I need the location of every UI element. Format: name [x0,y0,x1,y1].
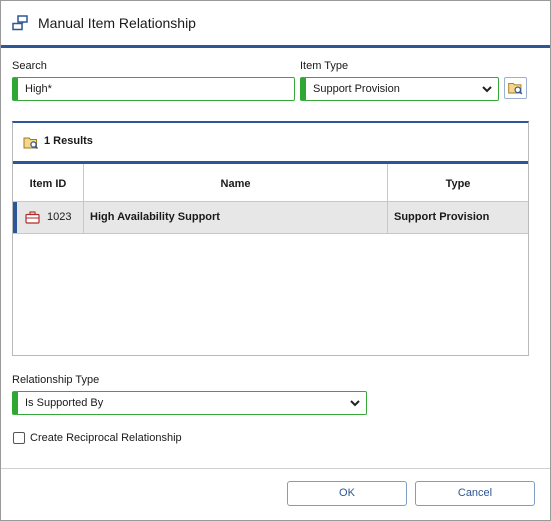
title-bar: Manual Item Relationship [1,1,550,48]
search-label: Search [12,60,47,72]
relationship-type-label: Relationship Type [12,374,100,386]
relationship-icon [12,15,28,31]
column-header-name[interactable]: Name [84,164,388,202]
briefcase-icon [25,211,40,224]
cell-item-id: 1023 [13,202,84,233]
column-header-label: Type [445,178,471,190]
cancel-button[interactable]: Cancel [415,481,535,506]
table-row[interactable]: 1023 High Availability Support Support P… [13,202,528,234]
cell-name: High Availability Support [84,202,388,233]
chevron-down-icon [350,400,360,407]
item-type-selected: Support Provision [313,83,400,95]
relationship-type-select[interactable]: Is Supported By [12,391,367,415]
ok-button[interactable]: OK [287,481,407,506]
reciprocal-relationship-checkbox[interactable] [13,432,25,444]
item-type-value: Support Provision [394,211,490,223]
chevron-down-icon [482,86,492,93]
item-type-label: Item Type [300,60,349,72]
reciprocal-relationship-label[interactable]: Create Reciprocal Relationship [30,432,182,444]
column-header-item-id[interactable]: Item ID [13,164,84,202]
relationship-type-selected: Is Supported By [25,397,104,409]
folder-search-icon [23,137,39,150]
item-name-value: High Availability Support [90,211,220,223]
results-count: 1 Results [44,135,93,147]
search-input[interactable]: High* [12,77,295,101]
column-header-label: Item ID [29,178,67,190]
search-input-value: High* [25,83,52,95]
dialog-title: Manual Item Relationship [38,15,196,31]
results-header: 1 Results [13,123,528,161]
folder-search-icon [508,83,523,95]
cell-type: Support Provision [388,202,528,233]
title-divider [1,45,550,48]
item-type-select[interactable]: Support Provision [300,77,499,101]
browse-item-type-button[interactable] [504,77,527,99]
results-grid: 1 Results Item ID Name Type 1023 High Av [12,121,529,356]
column-header-type[interactable]: Type [388,164,528,202]
item-id-value: 1023 [47,211,72,223]
column-header-label: Name [220,178,251,190]
manual-item-relationship-dialog: Manual Item Relationship Search High* It… [0,0,551,521]
